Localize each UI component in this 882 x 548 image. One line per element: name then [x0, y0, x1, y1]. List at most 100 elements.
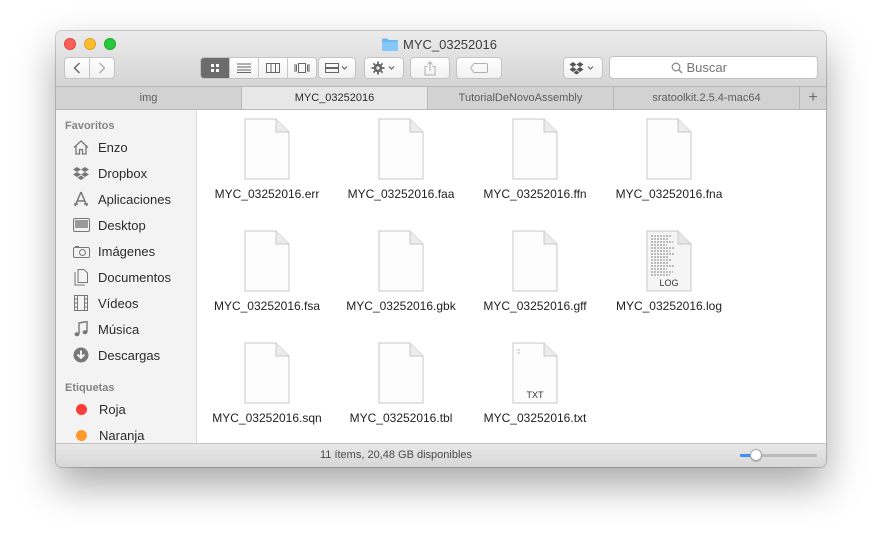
favorites-header: Favoritos: [65, 120, 115, 132]
documents-icon: [72, 268, 90, 286]
download-icon: [72, 346, 90, 364]
tab-myc-03252016[interactable]: MYC_03252016: [242, 87, 428, 109]
search-field[interactable]: [609, 56, 818, 79]
sidebar-item-dropbox[interactable]: Dropbox: [72, 163, 147, 183]
tab-tutorial-de-novo-assembly[interactable]: TutorialDeNovoAssembly: [428, 87, 614, 109]
new-tab-button[interactable]: +: [800, 87, 826, 109]
close-button[interactable]: [64, 38, 76, 50]
title-bar: MYC_03252016: [56, 31, 826, 86]
file-type-badge: TXT: [526, 390, 544, 400]
log-document-icon: LOG: [645, 230, 693, 292]
view-mode-segmented-control: [200, 57, 317, 79]
icon-view-icon: [211, 64, 219, 72]
icon-view-button[interactable]: [201, 58, 230, 78]
tag-color-dot: [76, 403, 87, 415]
sidebar-item-label: Imágenes: [98, 243, 156, 259]
sidebar-item-descargas[interactable]: Descargas: [72, 345, 160, 365]
sidebar-item-label: Enzo: [98, 139, 128, 155]
sidebar-item-musica[interactable]: Música: [72, 319, 139, 339]
blank-document-icon: [244, 230, 290, 292]
sidebar-item-label: Aplicaciones: [98, 191, 171, 207]
tab-label: img: [139, 92, 158, 104]
camera-icon: [72, 242, 90, 260]
file-name: MYC_03252016.faa: [347, 187, 455, 201]
blank-document-icon: [646, 118, 692, 180]
file-name: MYC_03252016.gbk: [346, 299, 456, 313]
file-name: MYC_03252016.log: [615, 299, 723, 313]
status-bar: 11 ítems, 20,48 GB disponibles: [56, 443, 826, 467]
arrange-grid-icon: [325, 63, 348, 73]
file-item[interactable]: MYC_03252016.gff: [470, 230, 600, 313]
file-item[interactable]: MYC_03252016.faa: [336, 118, 466, 201]
file-item[interactable]: MYC_03252016.fna: [604, 118, 734, 201]
icon-size-slider[interactable]: [740, 449, 817, 461]
folder-icon: [382, 38, 398, 51]
sidebar-item-enzo[interactable]: Enzo: [72, 137, 128, 157]
chevron-right-icon: [98, 62, 106, 74]
file-name: MYC_03252016.fsa: [213, 299, 321, 313]
file-item[interactable]: MYC_03252016.err: [202, 118, 332, 201]
sidebar-tag-naranja[interactable]: Naranja: [72, 425, 145, 443]
sidebar: Favoritos Enzo Dropbox Aplicaciones Desk…: [56, 110, 197, 443]
file-grid: MYC_03252016.err MYC_03252016.faa MYC_03…: [197, 110, 826, 443]
sidebar-tag-roja[interactable]: Roja: [72, 399, 126, 419]
sidebar-item-label: Naranja: [99, 427, 145, 443]
zoom-button[interactable]: [104, 38, 116, 50]
file-item[interactable]: LOG MYC_03252016.log: [604, 230, 734, 313]
window-title-text: MYC_03252016: [403, 36, 497, 52]
list-view-button[interactable]: [230, 58, 259, 78]
film-icon: [72, 294, 90, 312]
file-item[interactable]: TXT MYC_03252016.txt: [470, 342, 600, 425]
column-view-icon: [266, 63, 280, 73]
column-view-button[interactable]: [259, 58, 288, 78]
tab-label: sratoolkit.2.5.4-mac64: [652, 92, 761, 104]
dropbox-icon: [569, 62, 594, 75]
arrange-button[interactable]: [318, 57, 356, 79]
blank-document-icon: [512, 118, 558, 180]
home-icon: [72, 138, 90, 156]
blank-document-icon: [244, 342, 290, 404]
chevron-left-icon: [73, 62, 81, 74]
status-text: 11 ítems, 20,48 GB disponibles: [319, 449, 473, 461]
file-name: MYC_03252016.txt: [483, 411, 587, 425]
file-name: MYC_03252016.sqn: [212, 411, 322, 425]
text-document-icon: TXT: [511, 342, 559, 404]
tab-img[interactable]: img: [56, 87, 242, 109]
sidebar-item-videos[interactable]: Vídeos: [72, 293, 138, 313]
desktop-icon: [72, 216, 90, 234]
minimize-button[interactable]: [84, 38, 96, 50]
file-item[interactable]: MYC_03252016.fsa: [202, 230, 332, 313]
file-item[interactable]: MYC_03252016.tbl: [336, 342, 466, 425]
file-type-badge: LOG: [659, 278, 679, 288]
share-icon: [424, 60, 436, 75]
applications-icon: [72, 190, 90, 208]
search-input[interactable]: [686, 60, 757, 75]
slider-knob[interactable]: [750, 449, 762, 461]
forward-button[interactable]: [89, 57, 115, 79]
file-item[interactable]: MYC_03252016.gbk: [336, 230, 466, 313]
sidebar-item-label: Música: [98, 321, 140, 337]
plus-icon: +: [808, 89, 818, 106]
sidebar-item-label: Roja: [99, 401, 126, 417]
blank-document-icon: [244, 118, 290, 180]
file-item[interactable]: MYC_03252016.ffn: [470, 118, 600, 201]
sidebar-item-aplicaciones[interactable]: Aplicaciones: [72, 189, 171, 209]
edit-tags-button[interactable]: [456, 57, 502, 79]
file-item[interactable]: MYC_03252016.sqn: [202, 342, 332, 425]
sidebar-item-label: Descargas: [98, 347, 161, 363]
sidebar-item-imagenes[interactable]: Imágenes: [72, 241, 155, 261]
sidebar-item-label: Vídeos: [98, 295, 139, 311]
window-title: MYC_03252016: [382, 35, 497, 53]
cover-flow-view-button[interactable]: [288, 58, 316, 78]
dropbox-menu-button[interactable]: [563, 57, 603, 79]
back-button[interactable]: [64, 57, 90, 79]
cover-flow-view-icon: [294, 63, 310, 73]
tab-label: MYC_03252016: [294, 92, 375, 104]
tab-sratoolkit[interactable]: sratoolkit.2.5.4-mac64: [614, 87, 800, 109]
sidebar-item-desktop[interactable]: Desktop: [72, 215, 146, 235]
file-name: MYC_03252016.err: [214, 187, 320, 201]
sidebar-item-documentos[interactable]: Documentos: [72, 267, 171, 287]
action-menu-button[interactable]: [364, 57, 404, 79]
dropbox-icon: [72, 164, 90, 182]
share-button[interactable]: [410, 57, 450, 79]
